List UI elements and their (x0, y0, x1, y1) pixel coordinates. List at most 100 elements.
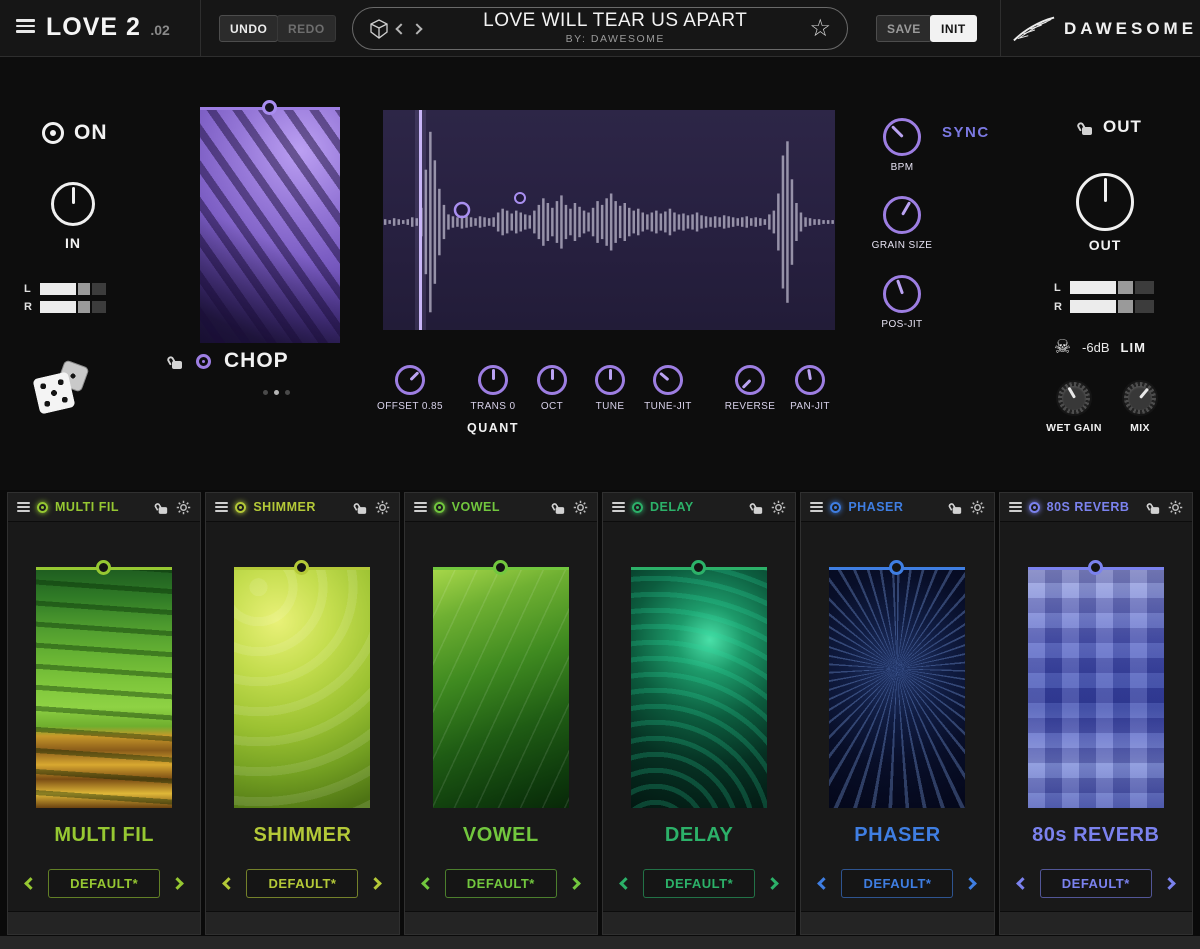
fx-prev-preset-icon[interactable] (619, 877, 632, 890)
skull-icon[interactable]: ☠ (1054, 338, 1071, 357)
fx-next-preset-icon[interactable] (568, 877, 581, 890)
side-knob-grain-size: GRAIN SIZE (864, 196, 940, 251)
knob[interactable] (653, 365, 683, 395)
limiter-label[interactable]: LIM (1121, 340, 1146, 355)
fx-preset-name[interactable]: DEFAULT* (48, 869, 160, 898)
fx-next-preset-icon[interactable] (965, 877, 978, 890)
save-button[interactable]: SAVE (876, 15, 932, 42)
fx-artwork[interactable] (234, 568, 370, 808)
fx-menu-icon[interactable] (414, 500, 427, 514)
fx-gear-icon[interactable] (573, 500, 588, 515)
fx-artwork[interactable] (829, 568, 965, 808)
fx-prev-preset-icon[interactable] (1016, 877, 1029, 890)
fx-gear-icon[interactable] (375, 500, 390, 515)
fx-power-toggle[interactable] (37, 502, 48, 513)
output-gain-knob[interactable] (1076, 173, 1134, 231)
knob-pointer (1139, 388, 1149, 399)
fx-prev-preset-icon[interactable] (421, 877, 434, 890)
fx-preset-name[interactable]: DEFAULT* (246, 869, 358, 898)
fx-rack: MULTI FILMULTI FILDEFAULT*SHIMMERSHIMMER… (0, 490, 1200, 949)
fx-next-preset-icon[interactable] (1163, 877, 1176, 890)
input-gain-knob[interactable] (51, 182, 95, 226)
prev-preset-icon[interactable] (395, 23, 406, 34)
fx-prev-preset-icon[interactable] (223, 877, 236, 890)
fx-lock-icon[interactable] (1149, 501, 1160, 514)
fx-artwork[interactable] (1028, 568, 1164, 808)
fx-slider-handle[interactable] (691, 560, 706, 575)
fx-title: 80s REVERB (1032, 824, 1159, 847)
fx-preset-name[interactable]: DEFAULT* (445, 869, 557, 898)
preset-browser[interactable]: LOVE WILL TEAR US APART BY: DAWESOME ☆ (352, 7, 848, 50)
fx-slider-handle[interactable] (493, 560, 508, 575)
fx-gear-icon[interactable] (771, 500, 786, 515)
undo-button[interactable]: UNDO (219, 15, 278, 42)
fx-lock-icon[interactable] (951, 501, 962, 514)
knob[interactable] (795, 365, 825, 395)
grain-marker[interactable] (515, 193, 525, 203)
fx-power-toggle[interactable] (1029, 502, 1040, 513)
fx-power-toggle[interactable] (632, 502, 643, 513)
fx-lock-icon[interactable] (356, 501, 367, 514)
fx-artwork[interactable] (433, 568, 569, 808)
fx-slider-handle[interactable] (294, 560, 309, 575)
wet-gain-knob[interactable] (1056, 380, 1092, 416)
fx-preset-name[interactable]: DEFAULT* (841, 869, 953, 898)
next-preset-icon[interactable] (411, 23, 422, 34)
chop-artwork[interactable] (200, 108, 340, 343)
main-menu-icon[interactable] (16, 16, 35, 36)
fx-next-preset-icon[interactable] (766, 877, 779, 890)
waveform-display[interactable] (383, 110, 835, 330)
fx-slider-handle[interactable] (1088, 560, 1103, 575)
fx-gear-icon[interactable] (1168, 500, 1183, 515)
knob[interactable] (883, 118, 921, 156)
fx-body: MULTI FILDEFAULT* (8, 522, 200, 911)
fx-menu-icon[interactable] (215, 500, 228, 514)
level-meter (1070, 281, 1154, 294)
knob-label: TRANS 0 (470, 401, 515, 412)
favorite-star-icon[interactable]: ☆ (809, 17, 831, 41)
fx-power-toggle[interactable] (235, 502, 246, 513)
fx-power-toggle[interactable] (830, 502, 841, 513)
fx-next-preset-icon[interactable] (171, 877, 184, 890)
fx-power-toggle[interactable] (434, 502, 445, 513)
main-panel: ON IN L R CHOP (0, 57, 1200, 490)
fx-gear-icon[interactable] (970, 500, 985, 515)
mix-knob[interactable] (1122, 380, 1158, 416)
redo-button[interactable]: REDO (277, 15, 336, 42)
fx-preset-name[interactable]: DEFAULT* (1040, 869, 1152, 898)
fx-artwork[interactable] (36, 568, 172, 808)
output-lock-icon[interactable] (1080, 120, 1093, 135)
fx-slider-handle[interactable] (96, 560, 111, 575)
fx-prev-preset-icon[interactable] (24, 877, 37, 890)
fx-menu-icon[interactable] (17, 500, 30, 514)
knob[interactable] (478, 365, 508, 395)
fx-gear-icon[interactable] (176, 500, 191, 515)
fx-prev-preset-icon[interactable] (818, 877, 831, 890)
grain-marker[interactable] (455, 203, 469, 217)
limiter-threshold[interactable]: -6dB (1082, 340, 1109, 355)
knob[interactable] (395, 365, 425, 395)
knob[interactable] (537, 365, 567, 395)
sync-label[interactable]: SYNC (942, 124, 990, 141)
fx-menu-icon[interactable] (1009, 500, 1022, 514)
fx-footer (206, 911, 398, 934)
knob[interactable] (595, 365, 625, 395)
chop-slider-handle[interactable] (262, 100, 277, 115)
fx-next-preset-icon[interactable] (370, 877, 383, 890)
fx-artwork[interactable] (631, 568, 767, 808)
randomize-die-icon[interactable] (369, 19, 389, 39)
knob[interactable] (883, 275, 921, 313)
knob[interactable] (735, 365, 765, 395)
knob[interactable] (883, 196, 921, 234)
fx-lock-icon[interactable] (752, 501, 763, 514)
fx-lock-icon[interactable] (157, 501, 168, 514)
fx-lock-icon[interactable] (554, 501, 565, 514)
knob-sub-label[interactable]: QUANT (467, 421, 519, 435)
init-button[interactable]: INIT (930, 15, 977, 42)
fx-slider-handle[interactable] (889, 560, 904, 575)
engine-on-toggle[interactable] (42, 122, 64, 144)
fx-name: 80S REVERB (1047, 500, 1130, 514)
fx-menu-icon[interactable] (810, 500, 823, 514)
fx-menu-icon[interactable] (612, 500, 625, 514)
fx-preset-name[interactable]: DEFAULT* (643, 869, 755, 898)
